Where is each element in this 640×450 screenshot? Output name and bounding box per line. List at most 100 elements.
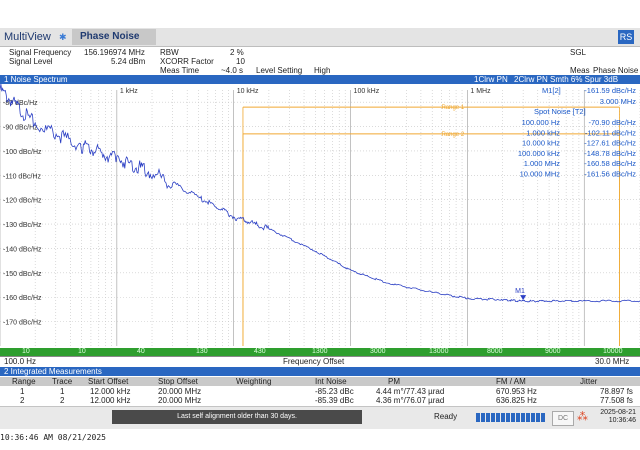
trace1-label: 1Clrw PN [474,75,508,84]
meas-label: Meas [570,66,590,75]
noise-spectrum-window-title[interactable]: 1 Noise Spectrum 1Clrw PN 2Clrw PN Smth … [0,75,640,84]
y-tick-label: -80 dBc/Hz [3,100,38,107]
column-header: PM [388,377,400,386]
measurement-header: Signal Frequency 156.196974 MHz Signal L… [0,47,640,75]
status-date: 2025-08-21 [600,409,636,416]
marker-readout-value: -161.59 dBc/Hz [584,86,636,95]
noise-spectrum-plot[interactable]: -80 dBc/Hz -90 dBc/Hz -100 dBc/Hz -110 dBc/… [0,84,640,350]
column-header: Jitter [580,377,598,386]
table-cell: 78.897 fs [600,387,633,396]
status-bar: Last self alignment older than 30 days. … [0,406,640,429]
sgl-indicator: SGL [570,48,587,57]
y-tick-label: -150 dBc/Hz [3,271,42,278]
spot-noise-value: -102.11 dBc/Hz [585,128,636,137]
integration-range-label: Range 1 [441,105,464,111]
integration-range-label: Range 2 [441,132,464,138]
xcorr-value: 10 [236,57,245,66]
warning-icon[interactable]: ⁂ [577,410,588,423]
xcorr-count: 9000 [545,348,561,355]
y-tick-label: -100 dBc/Hz [3,149,42,156]
table-cell: 2 [60,396,65,405]
meas-time-label: Meas Time [160,66,200,75]
y-tick-label: -90 dBc/Hz [3,125,38,132]
spot-noise-value: -70.90 dBc/Hz [588,118,636,127]
integrated-measurements-title[interactable]: 2 Integrated Measurements [0,367,640,376]
signal-frequency-label: Signal Frequency [9,48,72,57]
spot-noise-freq: 1.000 kHz [526,128,560,137]
xcorr-count: 430 [254,348,266,355]
dc-button[interactable]: DC [552,411,574,426]
meas-value: Phase Noise [593,66,639,75]
column-header: Stop Offset [158,377,198,386]
alignment-message[interactable]: Last self alignment older than 30 days. [112,410,362,424]
table-cell: 670.953 Hz [496,387,537,396]
progress-meter [476,413,546,422]
table-cell: 20.000 MHz [158,387,202,396]
meas-time-value: ~4.0 s [221,66,244,75]
column-header: Trace [52,377,73,386]
table-cell: 12.000 kHz [90,387,131,396]
spot-noise-freq: 10.000 MHz [520,170,561,179]
table-cell: 4.44 m°/77.43 µrad [376,387,445,396]
xcorr-count: 130 [196,348,208,355]
x-axis-title: Frequency Offset [283,357,345,366]
trace2-label: 2Clrw PN Smth 6% Spur 3dB [514,75,619,84]
y-tick-label: -120 dBc/Hz [3,198,42,205]
y-tick-label: -140 dBc/Hz [3,246,42,253]
y-tick-label: -170 dBc/Hz [3,320,42,327]
tab-phase-noise[interactable]: Phase Noise [72,29,156,45]
table-cell: 4.36 m°/76.07 µrad [376,396,445,405]
table-cell: 1 [20,387,25,396]
spot-noise-freq: 1.000 MHz [524,159,561,168]
x-tick-label: 1 MHz [470,88,491,95]
date-time: 2025-08-21 10:36:46 [592,409,636,425]
xcorr-count: 1300 [312,348,328,355]
xcorr-count: 3000 [370,348,386,355]
marker-readout-freq: 3.000 MHz [600,97,637,106]
table-cell: -85.39 dBc [315,396,354,405]
table-cell: 1 [60,387,65,396]
x-tick-label: 10 kHz [237,88,259,95]
xcorr-label: XCORR Factor [160,57,214,66]
signal-level-value: 5.24 dBm [111,57,146,66]
spot-noise-value: -160.58 dBc/Hz [584,159,636,168]
x-start-label: 100.0 Hz [4,357,37,366]
marker-m1 [520,295,527,301]
xcorr-count: 10 [22,348,30,355]
window-title: 1 Noise Spectrum [4,75,68,84]
rbw-label: RBW [160,48,179,57]
spot-noise-title: Spot Noise [T2] [534,107,586,116]
y-tick-label: -110 dBc/Hz [3,173,41,180]
marker-m1-label: M1 [515,288,525,295]
system-clock: 10:36:46 AM 08/21/2025 [0,433,106,442]
y-tick-label: -160 dBc/Hz [3,295,42,302]
xcorr-count: 13000 [429,348,449,355]
x-tick-label: 1 kHz [120,88,138,95]
spot-noise-freq: 100.000 kHz [518,149,560,158]
rbw-value: 2 % [230,48,244,57]
x-axis-bar: 100.0 Hz Frequency Offset 30.0 MHz [0,356,640,366]
column-header: Int Noise [315,377,347,386]
column-header: FM / AM [496,377,526,386]
column-header: Weighting [236,377,272,386]
xcorr-count: 10000 [603,348,623,355]
xcorr-count-bar: 10 10 40 130 430 1300 3000 13000 8000 9000 10000 [0,348,640,356]
column-header: Start Offset [88,377,129,386]
integrated-title: 2 Integrated Measurements [4,367,102,376]
column-header: Range [12,377,36,386]
table-cell: 12.000 kHz [90,396,131,405]
app-title: MultiView [4,31,51,43]
phase-noise-trace [0,84,640,303]
title-bar: MultiView ✱ Phase Noise RS [0,28,640,47]
table-cell: 77.508 fs [600,396,633,405]
ready-status: Ready [434,412,458,421]
status-time: 10:36:46 [608,417,636,424]
spot-noise-freq: 100.000 Hz [522,118,561,127]
table-cell: -85.23 dBc [315,387,354,396]
xcorr-count: 8000 [487,348,503,355]
spot-noise-freq: 10.000 kHz [522,139,560,148]
star-icon[interactable]: ✱ [59,32,67,43]
chart-svg: -80 dBc/Hz -90 dBc/Hz -100 dBc/Hz -110 dBc/… [0,84,640,346]
level-setting-value: High [314,66,331,75]
table-cell: 636.825 Hz [496,396,537,405]
